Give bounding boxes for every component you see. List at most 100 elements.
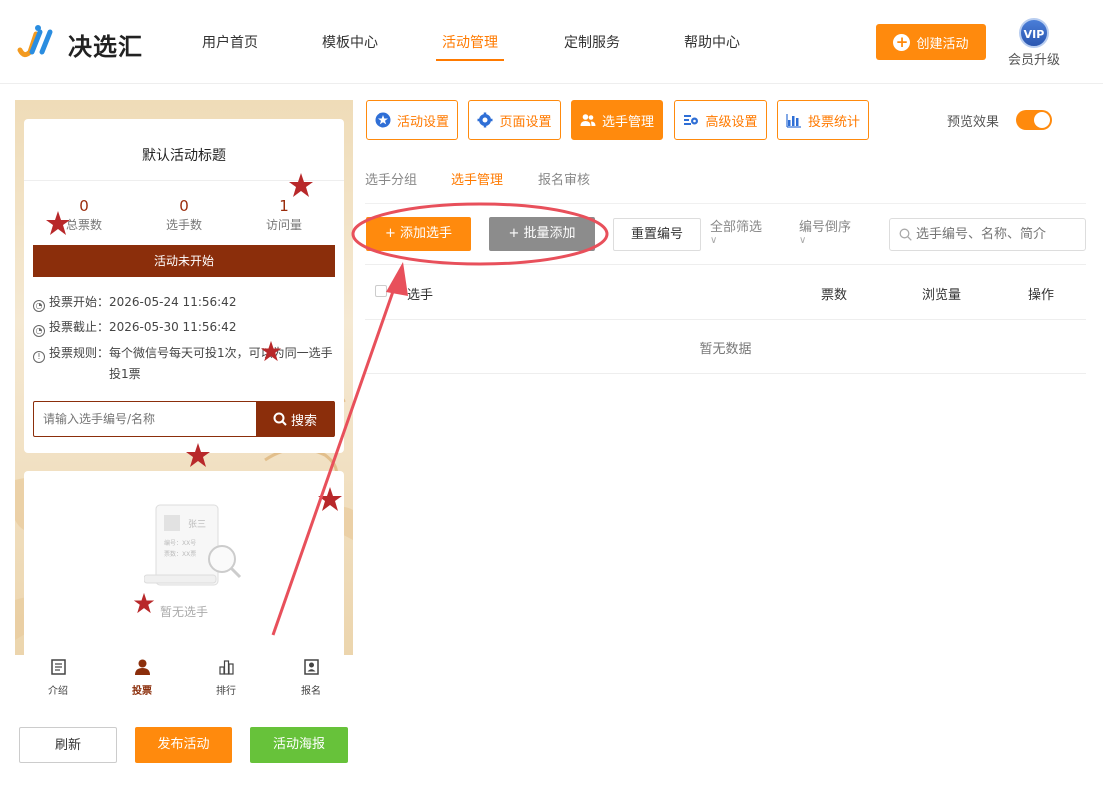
star-decoration-icon xyxy=(289,173,313,197)
stat-value: 0 xyxy=(179,197,189,215)
stat-value: 1 xyxy=(279,197,289,215)
chevron-down-icon: ∨ xyxy=(799,235,807,246)
preview-tab-ranking[interactable]: 排行 xyxy=(196,659,256,697)
subtab-contestant-management[interactable]: 选手管理 xyxy=(451,169,504,205)
preview-tabbar: 介绍 投票 排行 报名 xyxy=(15,655,353,700)
publish-activity-button[interactable]: 发布活动 xyxy=(135,727,232,763)
subtab-contestant-groups[interactable]: 选手分组 xyxy=(365,169,417,188)
preview-tab-label: 排行 xyxy=(216,686,236,697)
sort-dropdown[interactable]: 编号倒序 ∨ xyxy=(799,219,851,246)
star-decoration-icon xyxy=(133,592,155,614)
activity-status-bar: 活动未开始 xyxy=(33,245,335,277)
filter-dropdown[interactable]: 全部筛选 ∨ xyxy=(710,219,762,246)
nav-help-center[interactable]: 帮助中心 xyxy=(684,32,740,52)
activity-settings-button[interactable]: 活动设置 xyxy=(366,100,458,140)
nav-activity-management[interactable]: 活动管理 xyxy=(436,32,504,61)
settings-sliders-icon xyxy=(684,115,699,125)
vip-label: 会员升级 xyxy=(1007,53,1060,68)
tool-label: 活动设置 xyxy=(396,114,449,130)
arrow-head-icon xyxy=(386,262,408,296)
add-contestant-button[interactable]: + 添加选手 xyxy=(366,217,471,251)
reset-numbering-button[interactable]: 重置编号 xyxy=(613,218,701,251)
column-votes: 票数 xyxy=(821,288,848,303)
search-button-label: 搜索 xyxy=(290,413,317,429)
batch-add-button[interactable]: + 批量添加 xyxy=(489,217,595,251)
vote-rule-continuation: 投1票 xyxy=(109,367,141,381)
clock-icon: ◔ xyxy=(33,300,45,312)
preview-effect-toggle[interactable] xyxy=(1016,110,1052,130)
info-icon: ! xyxy=(33,351,45,363)
vote-start-info: ◔ 投票开始：2026-05-24 11:56:42 xyxy=(33,292,236,312)
vip-upgrade[interactable]: VIP 会员升级 xyxy=(1004,18,1064,68)
page-settings-button[interactable]: 页面设置 xyxy=(468,100,561,140)
create-activity-button[interactable]: + 创建活动 xyxy=(876,24,986,60)
contestants-card: 张三 编号：XX号 票数：XX票 暂无选手 xyxy=(24,471,344,661)
nav-templates[interactable]: 模板中心 xyxy=(322,32,378,52)
preview-effect-label: 预览效果 xyxy=(947,115,1000,130)
subtab-registration-review[interactable]: 报名审核 xyxy=(538,169,590,188)
plus-circle-icon: + xyxy=(893,33,911,51)
stat-label: 访问量 xyxy=(265,218,302,232)
star-decoration-icon xyxy=(186,443,210,467)
search-icon xyxy=(899,228,912,241)
column-contestant: 选手 xyxy=(407,288,434,303)
select-all-checkbox[interactable] xyxy=(375,285,387,297)
contestant-filter-input[interactable] xyxy=(916,219,1084,250)
toggle-knob xyxy=(1034,112,1050,128)
activity-info-card: 默认活动标题 0 总票数 0 选手数 1 访问量 活动未开始 ◔ 投票开始：202… xyxy=(24,119,344,453)
contestant-management-button[interactable]: 选手管理 xyxy=(571,100,663,140)
logo-text: 决选汇 xyxy=(68,33,143,61)
column-actions: 操作 xyxy=(1028,288,1055,303)
users-icon xyxy=(580,114,596,126)
id-card-icon xyxy=(303,659,319,675)
clock-icon: ◔ xyxy=(33,325,45,337)
empty-card-votes: 票数：XX票 xyxy=(164,550,196,558)
divider xyxy=(365,264,1086,265)
empty-card-name: 张三 xyxy=(188,519,206,530)
contestant-search-button[interactable]: 搜索 xyxy=(256,401,334,437)
tool-label: 高级设置 xyxy=(705,114,758,130)
empty-card-no: 编号：XX号 xyxy=(164,539,196,547)
search-icon xyxy=(273,412,287,426)
table-empty-text: 暂无数据 xyxy=(699,342,752,357)
preview-tab-label: 介绍 xyxy=(48,686,68,697)
vote-rule-info: ! 投票规则：每个微信号每天可投1次，可以为同一选手 xyxy=(33,343,333,363)
bar-chart-icon xyxy=(218,660,234,675)
column-views: 浏览量 xyxy=(922,288,962,303)
nav-custom-service[interactable]: 定制服务 xyxy=(564,32,620,52)
star-decoration-icon xyxy=(260,340,282,362)
preview-tab-label: 投票 xyxy=(132,686,152,697)
star-circle-icon xyxy=(375,112,391,128)
star-decoration-icon xyxy=(46,211,70,235)
empty-contestants-text: 暂无选手 xyxy=(159,605,208,619)
activity-title: 默认活动标题 xyxy=(142,148,226,164)
mobile-preview: 默认活动标题 0 总票数 0 选手数 1 访问量 活动未开始 ◔ 投票开始：202… xyxy=(15,100,353,700)
stat-label: 选手数 xyxy=(165,218,202,232)
preview-tab-intro[interactable]: 介绍 xyxy=(28,659,88,697)
advanced-settings-button[interactable]: 高级设置 xyxy=(674,100,767,140)
refresh-button[interactable]: 刷新 xyxy=(19,727,117,763)
divider xyxy=(365,373,1086,374)
tool-label: 选手管理 xyxy=(601,114,654,130)
contestant-search-box: 搜索 xyxy=(33,401,335,437)
vote-end-text: 投票截止：2026-05-30 11:56:42 xyxy=(49,320,237,334)
preview-tab-label: 报名 xyxy=(301,686,321,697)
top-header: 决选汇 用户首页 模板中心 活动管理 定制服务 帮助中心 + 创建活动 VIP … xyxy=(0,0,1103,84)
vote-start-text: 投票开始：2026-05-24 11:56:42 xyxy=(49,295,237,309)
logo[interactable]: 决选汇 xyxy=(16,22,166,62)
vote-statistics-button[interactable]: 投票统计 xyxy=(777,100,869,140)
preview-tab-vote[interactable]: 投票 xyxy=(112,659,172,697)
tool-label: 投票统计 xyxy=(807,114,860,130)
contestant-search-input[interactable] xyxy=(34,402,256,436)
filter-dropdown-label: 全部筛选 xyxy=(710,220,763,235)
star-decoration-icon xyxy=(318,487,342,511)
divider xyxy=(365,319,1086,320)
nav-home[interactable]: 用户首页 xyxy=(202,32,258,52)
preview-tab-register[interactable]: 报名 xyxy=(281,659,341,697)
sort-dropdown-label: 编号倒序 xyxy=(799,220,852,235)
create-activity-label: 创建活动 xyxy=(916,36,969,52)
gear-icon xyxy=(477,112,493,128)
activity-poster-button[interactable]: 活动海报 xyxy=(250,727,348,763)
user-icon xyxy=(134,659,150,675)
stat-contestants: 0 选手数 xyxy=(134,197,234,233)
